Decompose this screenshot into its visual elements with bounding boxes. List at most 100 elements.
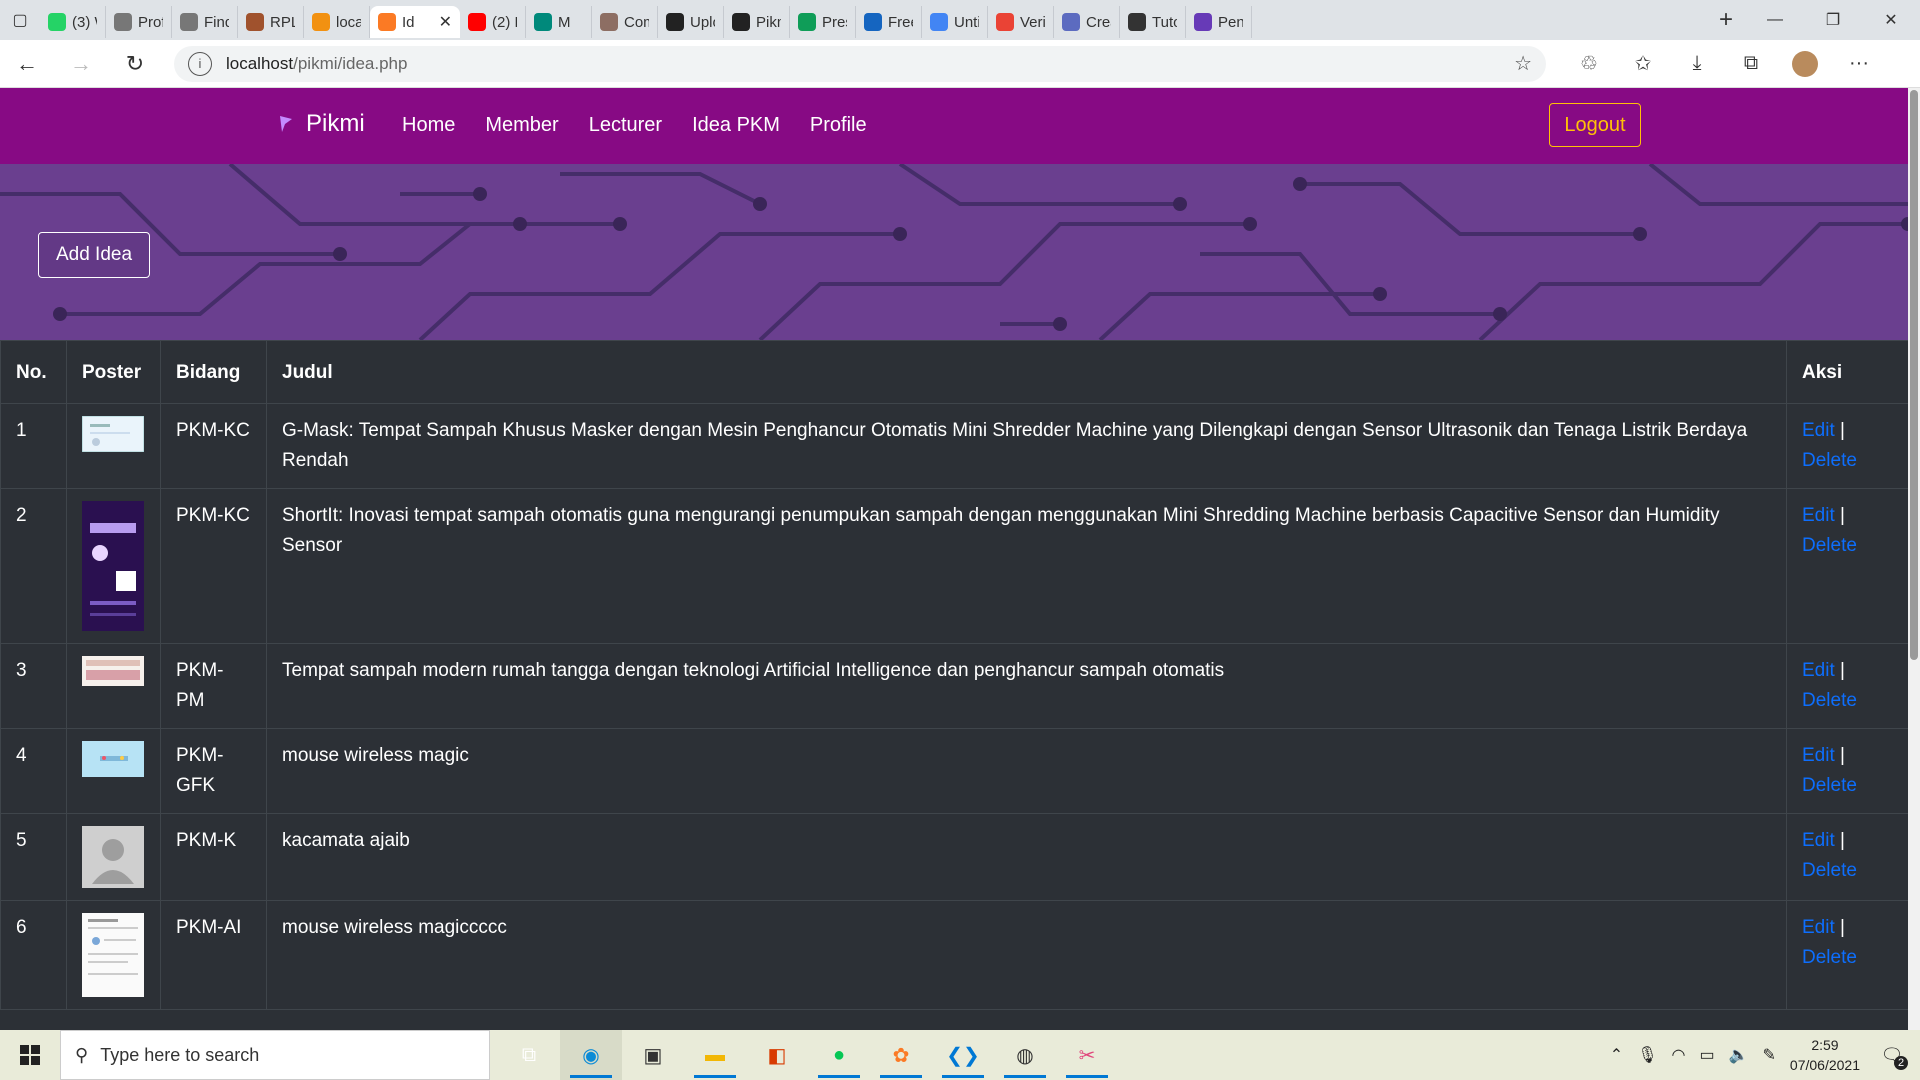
performance-icon[interactable]: ♲ bbox=[1562, 40, 1616, 88]
judul-cell: Tempat sampah modern rumah tangga dengan… bbox=[266, 643, 1787, 729]
delete-link[interactable]: Delete bbox=[1802, 450, 1857, 471]
add-favorite-icon[interactable]: ☆ bbox=[1514, 51, 1532, 76]
github-icon bbox=[666, 13, 684, 31]
xampp-icon[interactable]: ✿ bbox=[870, 1030, 932, 1080]
file-explorer-icon[interactable]: ▬ bbox=[684, 1030, 746, 1080]
snipping-icon[interactable]: ✂ bbox=[1056, 1030, 1118, 1080]
browser-tab[interactable]: M bbox=[526, 6, 592, 38]
brand[interactable]: Pikmi bbox=[278, 110, 365, 138]
windows-taskbar: ⚲ Type here to search ⧉ ◉ ▣ ▬ ◧ ● ✿ ❮❯ ◍… bbox=[0, 1030, 1920, 1080]
nav-link-idea-pkm[interactable]: Idea PKM bbox=[692, 114, 780, 137]
browser-tab[interactable]: Create bbox=[1054, 6, 1120, 38]
delete-link[interactable]: Delete bbox=[1802, 947, 1857, 968]
browser-tab[interactable]: Pengu bbox=[1186, 6, 1252, 38]
browser-tab[interactable]: (3) Wh bbox=[40, 6, 106, 38]
edit-link[interactable]: Edit bbox=[1802, 745, 1835, 766]
volume-icon[interactable]: 🔈 bbox=[1729, 1045, 1749, 1065]
site-info-icon[interactable]: i bbox=[188, 51, 212, 76]
logout-button[interactable]: Logout bbox=[1549, 103, 1641, 147]
poster-thumbnail[interactable] bbox=[66, 643, 161, 729]
edge-icon[interactable]: ◉ bbox=[560, 1030, 622, 1080]
taskbar-search-input[interactable]: ⚲ Type here to search bbox=[60, 1030, 490, 1080]
table-row: 4 PKM-GFK mouse wireless magic Edit | Delete bbox=[0, 728, 1908, 814]
poster-thumbnail[interactable] bbox=[66, 900, 161, 1010]
poster-thumbnail[interactable] bbox=[66, 488, 161, 644]
nav-link-lecturer[interactable]: Lecturer bbox=[589, 114, 662, 137]
downloads-icon[interactable]: ⤓ bbox=[1670, 40, 1724, 88]
back-button[interactable]: ← bbox=[0, 40, 54, 88]
browser-tab[interactable]: localh bbox=[304, 6, 370, 38]
new-tab-button[interactable]: + bbox=[1706, 6, 1746, 34]
header-poster: Poster bbox=[66, 340, 161, 404]
bidang-cell: PKM-PM bbox=[160, 643, 267, 729]
start-button[interactable] bbox=[0, 1030, 60, 1080]
profile-avatar[interactable] bbox=[1778, 40, 1832, 88]
more-menu-icon[interactable]: ··· bbox=[1832, 40, 1886, 88]
browser-tab[interactable]: Comp bbox=[592, 6, 658, 38]
edit-link[interactable]: Edit bbox=[1802, 830, 1835, 851]
show-hidden-icons[interactable]: ⌃ bbox=[1610, 1045, 1623, 1065]
nav-link-home[interactable]: Home bbox=[402, 114, 455, 137]
edit-link[interactable]: Edit bbox=[1802, 505, 1835, 526]
edit-link[interactable]: Edit bbox=[1802, 420, 1835, 441]
close-tab-icon[interactable]: ✕ bbox=[439, 12, 452, 32]
store-icon[interactable]: ▣ bbox=[622, 1030, 684, 1080]
nav-link-member[interactable]: Member bbox=[485, 114, 558, 137]
tab-actions-icon[interactable]: ▢ bbox=[0, 0, 40, 40]
line-icon[interactable]: ● bbox=[808, 1030, 870, 1080]
image-icon bbox=[600, 13, 618, 31]
task-view-icon[interactable]: ⧉ bbox=[498, 1030, 560, 1080]
ideas-table: No. Poster Bidang Judul Aksi 1 PKM-KC G-Ma… bbox=[0, 340, 1908, 1010]
browser-tab[interactable]: Preser bbox=[790, 6, 856, 38]
app-icon[interactable]: ◍ bbox=[994, 1030, 1056, 1080]
poster-thumbnail[interactable] bbox=[66, 728, 161, 814]
edit-link[interactable]: Edit bbox=[1802, 917, 1835, 938]
browser-tab[interactable]: Pikmi/ bbox=[724, 6, 790, 38]
browser-tab[interactable]: Tutori bbox=[1120, 6, 1186, 38]
reload-button[interactable]: ↻ bbox=[108, 40, 162, 88]
url-input[interactable]: i localhost/pikmi/idea.php ☆ bbox=[174, 45, 1546, 82]
browser-tab[interactable]: (2) Bel bbox=[460, 6, 526, 38]
browser-tab[interactable]: Profile bbox=[106, 6, 172, 38]
browser-tab-title: Verify bbox=[1020, 13, 1045, 31]
w3-icon bbox=[1128, 13, 1146, 31]
browser-tab[interactable]: Untitle bbox=[922, 6, 988, 38]
action-separator: | bbox=[1840, 505, 1845, 526]
poster-thumbnail[interactable] bbox=[66, 403, 161, 489]
browser-tab[interactable]: RPL | T bbox=[238, 6, 304, 38]
search-icon: ⚲ bbox=[75, 1044, 89, 1065]
office-icon[interactable]: ◧ bbox=[746, 1030, 808, 1080]
browser-tab[interactable]: Uploa bbox=[658, 6, 724, 38]
pen-icon[interactable]: ✎ bbox=[1763, 1045, 1776, 1065]
collections-icon[interactable]: ⧉ bbox=[1724, 40, 1778, 88]
browser-tab[interactable]: Freenc bbox=[856, 6, 922, 38]
delete-link[interactable]: Delete bbox=[1802, 690, 1857, 711]
browser-tab[interactable]: Find M bbox=[172, 6, 238, 38]
poster-thumbnail[interactable] bbox=[66, 813, 161, 901]
battery-icon[interactable]: ▭ bbox=[1699, 1045, 1714, 1065]
page-scrollbar[interactable] bbox=[1908, 88, 1920, 1030]
table-row: 5 PKM-K kacamata ajaib Edit | Delete bbox=[0, 813, 1908, 901]
close-window-icon[interactable]: ✕ bbox=[1862, 0, 1920, 40]
clock-date: 07/06/2021 bbox=[1789, 1057, 1860, 1073]
taskbar-apps: ⧉ ◉ ▣ ▬ ◧ ● ✿ ❮❯ ◍ ✂ bbox=[498, 1030, 1118, 1080]
favorites-icon[interactable]: ✩ bbox=[1616, 40, 1670, 88]
judul-cell: ShortIt: Inovasi tempat sampah otomatis … bbox=[266, 488, 1787, 644]
forward-button[interactable]: → bbox=[54, 40, 108, 88]
wifi-icon[interactable]: ◠ bbox=[1672, 1045, 1686, 1065]
scrollbar-thumb[interactable] bbox=[1910, 90, 1918, 660]
notifications-icon[interactable]: 🗨 2 bbox=[1874, 1045, 1910, 1070]
maximize-icon[interactable]: ❐ bbox=[1804, 0, 1862, 40]
minimize-icon[interactable]: — bbox=[1746, 0, 1804, 40]
vscode-icon[interactable]: ❮❯ bbox=[932, 1030, 994, 1080]
edit-link[interactable]: Edit bbox=[1802, 660, 1835, 681]
delete-link[interactable]: Delete bbox=[1802, 535, 1857, 556]
delete-link[interactable]: Delete bbox=[1802, 860, 1857, 881]
nav-link-profile[interactable]: Profile bbox=[810, 114, 867, 137]
add-idea-button[interactable]: Add Idea bbox=[38, 232, 150, 278]
delete-link[interactable]: Delete bbox=[1802, 775, 1857, 796]
clock[interactable]: 2:59 07/06/2021 bbox=[1790, 1035, 1860, 1075]
browser-tab[interactable]: Verify bbox=[988, 6, 1054, 38]
microphone-icon[interactable]: 🎙 bbox=[1637, 1045, 1657, 1065]
browser-tab[interactable]: Id ✕ bbox=[370, 6, 460, 38]
